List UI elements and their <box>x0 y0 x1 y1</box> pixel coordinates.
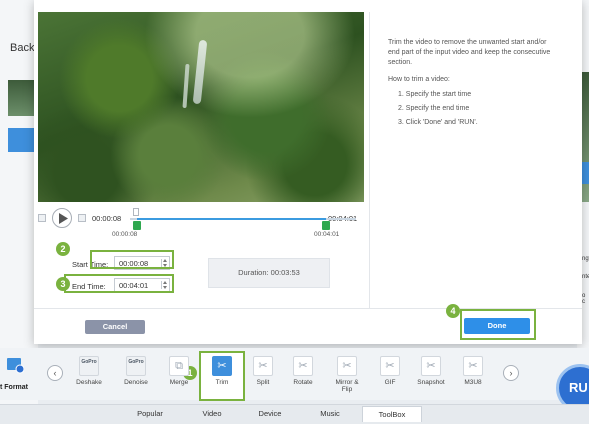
trim-end-handle[interactable] <box>322 221 330 230</box>
tool-label: Split <box>256 379 270 386</box>
convert-format-icon[interactable] <box>6 356 24 374</box>
callout-badge-3: 3 <box>56 277 70 291</box>
trim-range <box>137 218 326 220</box>
rotate-icon: ✂ <box>293 356 313 376</box>
tool-label: Mirror & Flip <box>335 379 359 393</box>
tool-gif[interactable]: ✂ GIF <box>371 352 409 396</box>
help-intro-line: Trim the video to remove the unwanted st… <box>388 39 547 46</box>
tool-deshake[interactable]: GoPro Deshake <box>70 352 108 396</box>
tab-video[interactable]: Video <box>186 406 238 422</box>
gopro-icon: GoPro <box>126 356 146 376</box>
tool-label: Merge <box>169 379 189 386</box>
right-panel-text: nte <box>582 274 589 280</box>
m3u8-icon: ✂ <box>463 356 483 376</box>
convert-format-label: t Format <box>0 384 28 391</box>
help-step: 1. Specify the start time <box>398 91 472 98</box>
tool-label: GIF <box>384 379 396 386</box>
callout-highlight-done <box>460 309 536 340</box>
callout-highlight-end <box>64 274 174 293</box>
duration-display: Duration: 00:03:53 <box>208 258 330 288</box>
callout-badge-2: 2 <box>56 242 70 256</box>
merge-icon: ⧉ <box>169 356 189 376</box>
callout-highlight-start <box>90 250 174 269</box>
tool-rotate[interactable]: ✂ Rotate <box>284 352 322 396</box>
tool-snapshot[interactable]: ✂ Snapshot <box>412 352 450 396</box>
tool-split[interactable]: ✂ Split <box>244 352 282 396</box>
grid-icon[interactable] <box>38 214 46 222</box>
end-marker-time: 00:04:01 <box>314 231 340 238</box>
chevron-left-icon[interactable]: ‹ <box>47 365 63 381</box>
trim-icon: ✂ <box>212 356 232 376</box>
playhead-marker[interactable] <box>133 208 139 216</box>
tool-mirror[interactable]: ✂ Mirror & Flip <box>328 352 366 396</box>
waterfall-image <box>182 63 190 109</box>
right-panel-text: ngt <box>582 256 589 262</box>
tool-trim[interactable]: ✂ Trim <box>203 352 241 396</box>
right-panel-text: o c <box>582 293 586 305</box>
waterfall-image <box>192 39 208 105</box>
tool-denoise[interactable]: GoPro Denoise <box>117 352 155 396</box>
chevron-right-icon[interactable]: › <box>503 365 519 381</box>
help-intro-line: section. <box>388 59 413 66</box>
tool-label: Snapshot <box>417 379 445 386</box>
current-time: 00:00:08 <box>92 214 122 223</box>
tool-label: Denoise <box>124 379 148 386</box>
help-step: 2. Specify the end time <box>398 105 470 112</box>
snapshot-icon: ✂ <box>421 356 441 376</box>
back-button[interactable]: Back <box>10 42 34 54</box>
mirror-icon: ✂ <box>337 356 357 376</box>
cancel-button[interactable]: Cancel <box>85 320 145 334</box>
help-title: How to trim a video: <box>388 76 450 83</box>
gif-icon: ✂ <box>380 356 400 376</box>
split-icon: ✂ <box>253 356 273 376</box>
play-button[interactable] <box>52 208 72 228</box>
tool-label: Rotate <box>293 379 313 386</box>
divider <box>369 12 370 308</box>
snapshot-icon[interactable] <box>78 214 86 222</box>
play-icon <box>59 213 68 224</box>
tab-device[interactable]: Device <box>244 406 296 422</box>
gopro-icon: GoPro <box>79 356 99 376</box>
help-step: 3. Click 'Done' and 'RUN'. <box>398 119 478 126</box>
callout-badge-4: 4 <box>446 304 460 318</box>
tab-music[interactable]: Music <box>304 406 356 422</box>
tool-m3u8[interactable]: ✂ M3U8 <box>454 352 492 396</box>
start-marker-time: 00:00:08 <box>112 231 138 238</box>
tool-label: Trim <box>215 379 229 386</box>
tab-popular[interactable]: Popular <box>124 406 176 422</box>
help-intro-line: end part of the input video and keep the… <box>388 49 551 56</box>
trim-start-handle[interactable] <box>133 221 142 230</box>
video-preview <box>38 12 364 202</box>
tab-toolbox[interactable]: ToolBox <box>362 406 422 422</box>
tool-label: Deshake <box>76 379 102 386</box>
tool-merge[interactable]: ⧉ Merge <box>160 352 198 396</box>
tool-label: M3U8 <box>464 379 482 386</box>
